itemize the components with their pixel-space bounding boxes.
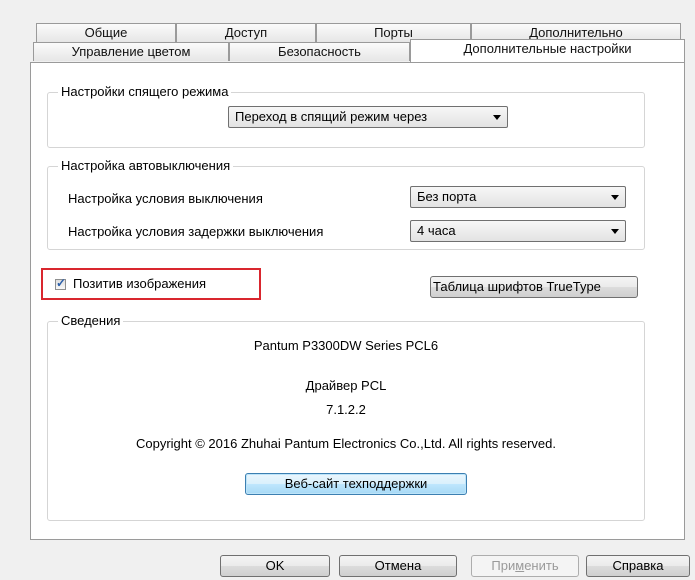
positive-image-label[interactable]: Позитив изображения (73, 276, 206, 291)
auto-off-title: Настройка автовыключения (58, 158, 234, 173)
product-name: Pantum P3300DW Series PCL6 (253, 338, 439, 353)
off-delay-combo[interactable]: 4 часа (410, 220, 626, 242)
positive-image-checkbox[interactable]: ✓ (55, 276, 67, 290)
chevron-down-icon (493, 115, 501, 120)
info-group: Сведения Pantum P3300DW Series PCL6 Драй… (47, 313, 645, 521)
off-condition-value: Без порта (417, 189, 477, 204)
checkmark-icon: ✓ (56, 276, 67, 290)
sleep-settings-title: Настройки спящего режима (58, 84, 232, 99)
truetype-font-table-button[interactable]: Таблица шрифтов TrueType (430, 276, 638, 298)
tab-access[interactable]: Доступ (176, 23, 316, 42)
sleep-mode-value: Переход в спящий режим через (235, 109, 428, 124)
auto-off-group: Настройка автовыключения Настройка услов… (47, 158, 645, 250)
support-website-button[interactable]: Веб-сайт техподдержки (245, 473, 467, 495)
off-delay-label: Настройка условия задержки выключения (68, 224, 324, 239)
sleep-settings-group: Настройки спящего режима Переход в спящи… (47, 84, 645, 148)
off-condition-combo[interactable]: Без порта (410, 186, 626, 208)
sleep-mode-combo[interactable]: Переход в спящий режим через (228, 106, 508, 128)
apply-label-accelerator: м (515, 558, 525, 573)
apply-label-prefix: При (491, 558, 516, 573)
cancel-button[interactable]: Отмена (339, 555, 457, 577)
ok-button[interactable]: OK (220, 555, 330, 577)
help-button[interactable]: Справка (586, 555, 690, 577)
info-title: Сведения (58, 313, 124, 328)
tab-color-management[interactable]: Управление цветом (33, 42, 229, 61)
chevron-down-icon (611, 229, 619, 234)
off-condition-label: Настройка условия выключения (68, 191, 263, 206)
driver-label: Драйвер PCL (305, 378, 387, 393)
tab-additional-settings[interactable]: Дополнительные настройки (410, 39, 685, 62)
copyright-text: Copyright © 2016 Zhuhai Pantum Electroni… (135, 436, 556, 451)
tab-content-panel: Настройки спящего режима Переход в спящи… (30, 62, 685, 540)
driver-version: 7.1.2.2 (326, 402, 366, 417)
tab-security[interactable]: Безопасность (229, 42, 410, 61)
chevron-down-icon (611, 195, 619, 200)
apply-button[interactable]: Применить (471, 555, 579, 577)
apply-label-suffix: енить (524, 558, 559, 573)
off-delay-value: 4 часа (417, 223, 456, 238)
tab-general[interactable]: Общие (36, 23, 176, 42)
